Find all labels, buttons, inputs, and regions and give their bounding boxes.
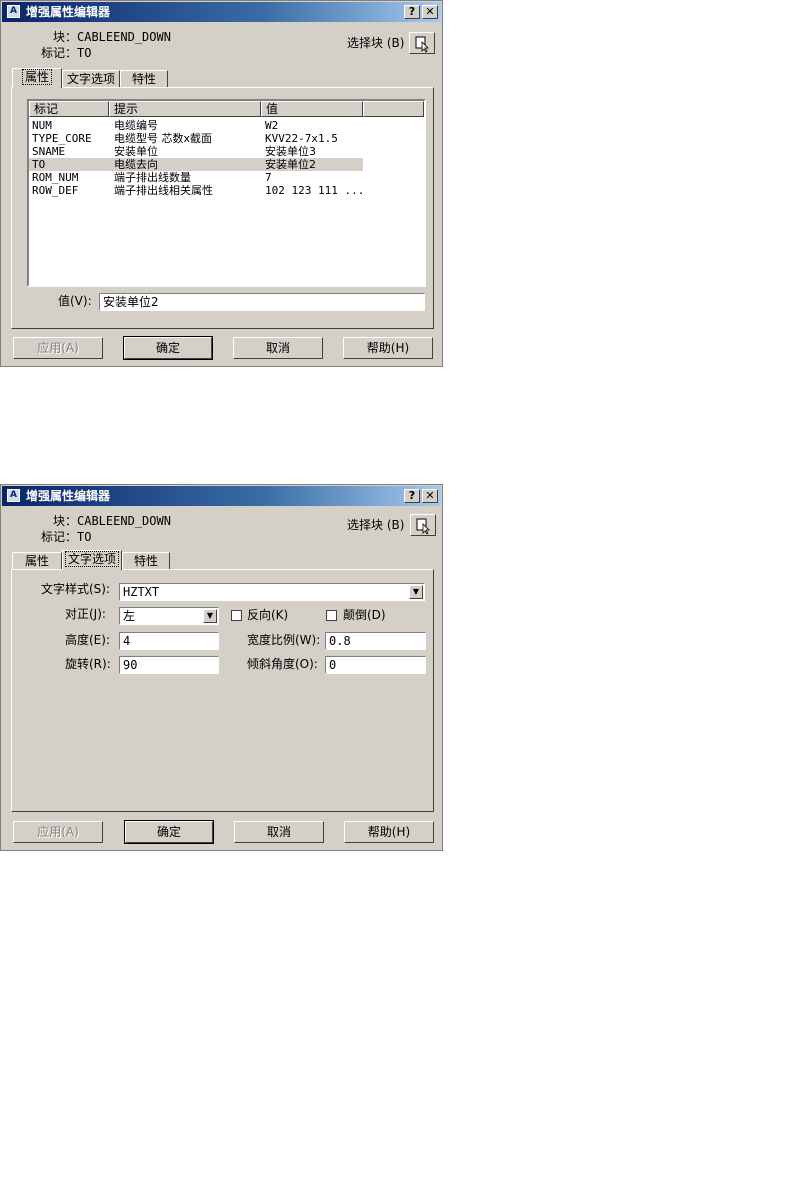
cell-prompt: 电缆编号 (114, 119, 158, 132)
app-icon: A (7, 5, 20, 18)
select-block-label: 选择块 (B) (347, 36, 405, 50)
select-block-button[interactable] (410, 514, 436, 536)
apply-button[interactable]: 应用(A) (13, 337, 103, 359)
attribute-editor-dialog-text-options: A 增强属性编辑器 ? ✕ 块：CABLEEND_DOWN 标记：TO 选择块 … (0, 484, 443, 851)
value-input-text: 安装单位2 (103, 295, 159, 309)
oblique-angle-input[interactable]: 0 (325, 656, 426, 674)
cell-prompt: 安装单位 (114, 145, 158, 158)
pick-cursor-icon (416, 518, 430, 535)
value-label: 值(V): (58, 294, 92, 308)
width-factor-value: 0.8 (329, 634, 351, 648)
cancel-button[interactable]: 取消 (234, 821, 324, 843)
text-style-value: HZTXT (123, 585, 160, 599)
rotation-value: 90 (123, 658, 138, 672)
block-name-label: 块：CABLEEND_DOWN (53, 514, 171, 528)
height-value: 4 (123, 634, 131, 648)
tab-panel: 标记 提示 值 NUM 电缆编号 W2 TYPE_CORE 电缆型号 芯数x截面… (11, 87, 434, 329)
close-button[interactable]: ✕ (422, 489, 438, 503)
select-block-button[interactable] (409, 32, 435, 54)
width-factor-label: 宽度比例(W): (247, 633, 321, 647)
text-style-label: 文字样式(S): (41, 582, 111, 596)
cell-tag: NUM (32, 119, 52, 132)
tab-properties[interactable]: 特性 (122, 552, 170, 570)
close-button[interactable]: ✕ (422, 5, 438, 19)
help-button[interactable]: 帮助(H) (343, 337, 433, 359)
cell-value: 102 123 111 ... (265, 184, 365, 197)
cell-prompt: 端子排出线数量 (114, 171, 191, 184)
attribute-list[interactable]: 标记 提示 值 NUM 电缆编号 W2 TYPE_CORE 电缆型号 芯数x截面… (27, 99, 426, 287)
table-row[interactable]: ROW_DEF 端子排出线相关属性 102 123 111 ... (29, 184, 365, 197)
cell-value: W2 (265, 119, 279, 132)
text-style-select[interactable]: HZTXT ▼ (119, 583, 425, 601)
cell-prompt: 电缆去向 (114, 158, 158, 171)
justify-label: 对正(J): (65, 607, 106, 621)
tab-properties[interactable]: 特性 (120, 70, 168, 88)
tag-name-label: 标记：TO (41, 530, 92, 544)
dialog-title: 增强属性编辑器 (26, 5, 111, 19)
rotation-input[interactable]: 90 (119, 656, 219, 674)
help-question-button[interactable]: ? (404, 489, 420, 503)
cell-tag: SNAME (32, 145, 66, 158)
cell-tag: TO (32, 158, 46, 171)
table-row[interactable]: ROM_NUM 端子排出线数量 7 (29, 171, 363, 184)
chevron-down-icon[interactable]: ▼ (203, 609, 217, 623)
tab-attribute[interactable]: 属性 (12, 68, 62, 88)
backwards-label: 反向(K) (247, 608, 289, 622)
oblique-angle-value: 0 (329, 658, 337, 672)
attribute-editor-dialog: A 增强属性编辑器 ? ✕ 块：CABLEEND_DOWN 标记：TO 选择块 … (0, 0, 443, 367)
ok-button[interactable]: 确定 (124, 820, 214, 844)
column-header-prompt[interactable]: 提示 (109, 101, 261, 117)
upside-down-checkbox[interactable] (326, 610, 337, 621)
cell-value: KVV22-7x1.5 (265, 132, 338, 145)
tab-text-options[interactable]: 文字选项 (62, 550, 122, 570)
column-header-blank (363, 101, 424, 117)
pick-cursor-icon (415, 36, 429, 53)
width-factor-input[interactable]: 0.8 (325, 632, 426, 650)
ok-button[interactable]: 确定 (123, 336, 213, 360)
height-label: 高度(E): (65, 633, 110, 647)
cancel-button[interactable]: 取消 (233, 337, 323, 359)
help-question-button[interactable]: ? (404, 5, 420, 19)
table-row[interactable]: NUM 电缆编号 W2 (29, 119, 363, 132)
height-input[interactable]: 4 (119, 632, 219, 650)
table-row[interactable]: SNAME 安装单位 安装单位3 (29, 145, 363, 158)
column-header-value[interactable]: 值 (261, 101, 363, 117)
cell-value: 安装单位3 (265, 145, 316, 158)
app-icon: A (7, 489, 20, 502)
cell-prompt: 电缆型号 芯数x截面 (114, 132, 213, 145)
rotation-label: 旋转(R): (65, 657, 111, 671)
justify-value: 左 (123, 609, 136, 623)
title-bar[interactable]: A 增强属性编辑器 ? ✕ (2, 486, 441, 506)
help-button[interactable]: 帮助(H) (344, 821, 434, 843)
tag-name-label: 标记：TO (41, 46, 92, 60)
tab-attribute[interactable]: 属性 (12, 552, 62, 570)
apply-button[interactable]: 应用(A) (13, 821, 103, 843)
tab-panel: 文字样式(S): HZTXT ▼ 对正(J): 左 ▼ 反向(K) 颠倒(D) … (11, 569, 434, 812)
tab-text-options[interactable]: 文字选项 (62, 70, 120, 88)
cell-tag: ROW_DEF (32, 184, 79, 197)
cell-value: 安装单位2 (265, 158, 316, 171)
cell-tag: ROM_NUM (32, 171, 79, 184)
cell-value: 7 (265, 171, 272, 184)
block-name-label: 块：CABLEEND_DOWN (53, 30, 171, 44)
backwards-checkbox[interactable] (231, 610, 242, 621)
value-input[interactable]: 安装单位2 (99, 293, 425, 311)
upside-down-label: 颠倒(D) (343, 608, 386, 622)
table-row-selected[interactable]: TO 电缆去向 安装单位2 (29, 158, 363, 171)
justify-select[interactable]: 左 ▼ (119, 607, 219, 625)
select-block-label: 选择块 (B) (347, 518, 405, 532)
dialog-title: 增强属性编辑器 (26, 489, 111, 503)
oblique-angle-label: 倾斜角度(O): (247, 657, 318, 671)
cell-prompt: 端子排出线相关属性 (114, 184, 213, 197)
column-header-tag[interactable]: 标记 (29, 101, 109, 117)
chevron-down-icon[interactable]: ▼ (409, 585, 423, 599)
title-bar[interactable]: A 增强属性编辑器 ? ✕ (2, 2, 441, 22)
table-row[interactable]: TYPE_CORE 电缆型号 芯数x截面 KVV22-7x1.5 (29, 132, 363, 145)
cell-tag: TYPE_CORE (32, 132, 92, 145)
